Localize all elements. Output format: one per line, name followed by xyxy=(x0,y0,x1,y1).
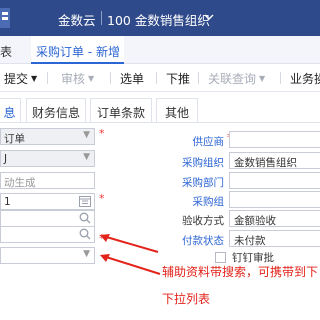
arrow-to-dropdown xyxy=(102,255,161,275)
arrow-to-search-field xyxy=(102,235,159,253)
annotation-aux-search: 辅助资料带搜索，可携带到下 xyxy=(162,265,319,279)
annotation-dropdown: 下拉列表 xyxy=(162,292,211,306)
page: 金数云 100 金数销售组织 表 采购订单 - 新增 提交 ▼ 审核 ▼ 选单 下推… xyxy=(0,0,320,320)
